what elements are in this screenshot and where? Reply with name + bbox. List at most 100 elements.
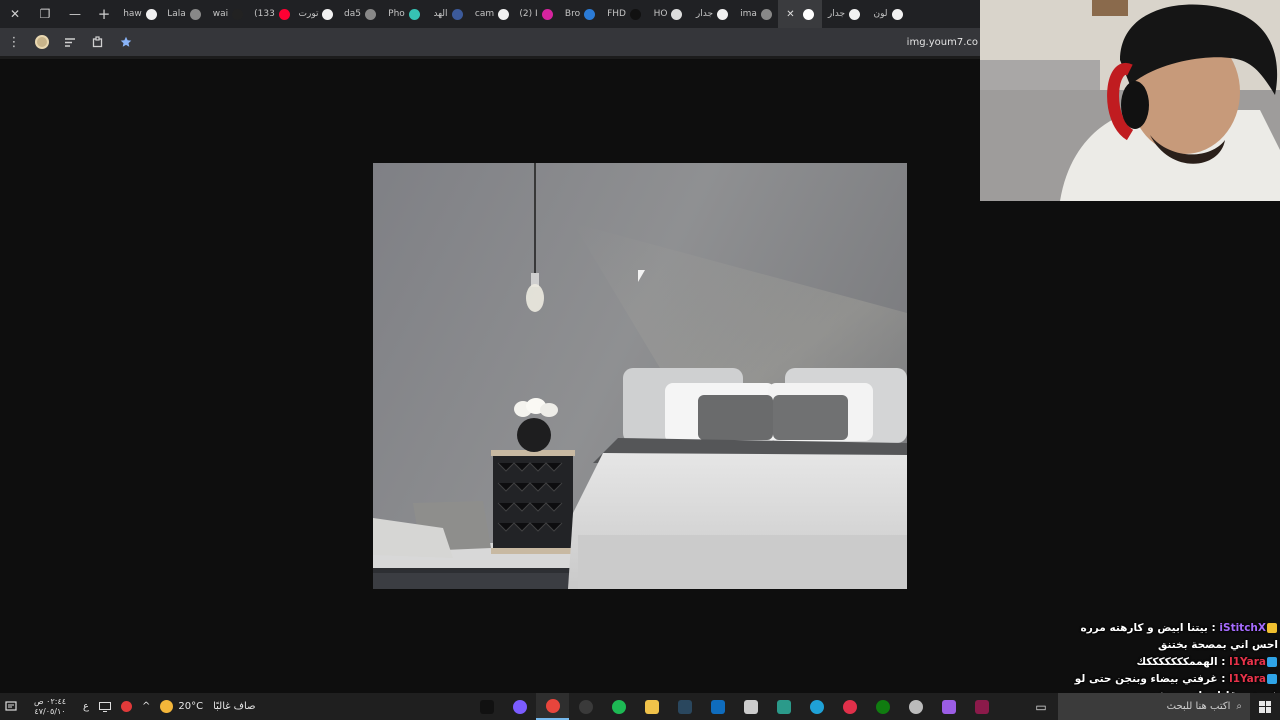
tab-label: haw xyxy=(123,9,142,19)
taskbar-app-copilot[interactable] xyxy=(932,693,965,720)
network-icon[interactable] xyxy=(94,693,116,720)
close-window-button[interactable]: ✕ xyxy=(0,0,30,28)
tab-1[interactable]: جدار xyxy=(822,0,866,28)
steam-icon xyxy=(677,699,692,714)
tab-2[interactable]: ✕ xyxy=(778,0,822,28)
app-tools-icon xyxy=(776,699,791,714)
tab-12[interactable]: da5 xyxy=(338,0,382,28)
tab-favicon-icon xyxy=(802,8,814,20)
chat-username[interactable]: l1Yara xyxy=(1229,673,1266,685)
tab-favicon-icon xyxy=(145,8,157,20)
taskbar-app-explorer[interactable] xyxy=(635,693,668,720)
avatar xyxy=(35,35,49,49)
extensions-icon[interactable] xyxy=(84,28,112,56)
tab-8[interactable]: (2) I xyxy=(514,0,558,28)
taskbar-app-store[interactable] xyxy=(734,693,767,720)
tab-label: da5 xyxy=(344,9,361,19)
taskbar-app-obs[interactable] xyxy=(569,693,602,720)
tab-favicon-icon xyxy=(671,8,683,20)
chat-separator: : xyxy=(1217,673,1230,685)
weather-temp: 20°C xyxy=(178,701,204,712)
tab-label: cam xyxy=(474,9,495,19)
tab-favicon-icon xyxy=(408,8,420,20)
chevron-up-icon[interactable]: ^ xyxy=(137,693,155,720)
tab-label: لون xyxy=(873,9,888,19)
chat-username[interactable]: l1Yara xyxy=(1229,656,1266,668)
tab-5[interactable]: HO xyxy=(646,0,690,28)
reading-list-icon[interactable] xyxy=(56,28,84,56)
weather-widget[interactable]: 20°C صاف غالبًا xyxy=(155,693,260,720)
tab-favicon-icon xyxy=(189,8,201,20)
taskbar-app-xbox[interactable] xyxy=(866,693,899,720)
tab-favicon-icon xyxy=(364,8,376,20)
taskbar-app-chrome[interactable] xyxy=(536,693,569,720)
chat-separator: : xyxy=(1217,656,1230,668)
tab-16[interactable]: Lala xyxy=(162,0,206,28)
tab-favicon-icon xyxy=(322,8,334,20)
taskbar-app-edge[interactable] xyxy=(800,693,833,720)
tab-14[interactable]: (133 xyxy=(250,0,294,28)
screen: ✕ ❐ — + لون جدار ✕ ima جدار HO FHD Bro (2) I cam ا… xyxy=(0,0,1280,720)
taskbar-app-app-red[interactable] xyxy=(833,693,866,720)
profile-avatar[interactable] xyxy=(28,28,56,56)
menu-icon[interactable]: ⋮ xyxy=(0,28,28,56)
tab-4[interactable]: جدار xyxy=(690,0,734,28)
language-indicator[interactable]: ع xyxy=(78,693,94,720)
notification-icon[interactable] xyxy=(0,693,22,720)
obs-icon xyxy=(578,699,593,714)
taskbar-app-spotify[interactable] xyxy=(602,693,635,720)
bedroom-photo[interactable] xyxy=(373,163,907,589)
tab-label: Bro xyxy=(564,9,581,19)
chrome-icon xyxy=(545,698,560,713)
tab-favicon-icon xyxy=(629,8,641,20)
edge-icon xyxy=(809,699,824,714)
chat-message: iStitchX : بيتنا ابيض و كارهته مرره احس … xyxy=(1058,620,1278,654)
tab-6[interactable]: FHD xyxy=(602,0,646,28)
windows-logo-icon xyxy=(1259,700,1271,713)
taskbar-app-winrar[interactable] xyxy=(965,693,998,720)
task-view-icon[interactable]: ▭ xyxy=(1026,693,1056,720)
taskbar-search-box[interactable]: ⌕ اكتب هنا للبحث xyxy=(1058,693,1250,720)
webcam-overlay xyxy=(980,0,1280,201)
system-tray: ٠٢:٤٤ ص ٤٧/٠٥/١٠ ع ^ 20°C صاف غالبًا xyxy=(0,693,261,720)
tab-13[interactable]: تورت xyxy=(294,0,338,28)
close-tab-icon[interactable]: ✕ xyxy=(786,9,794,20)
winrar-icon xyxy=(974,699,989,714)
tab-3[interactable]: ima xyxy=(734,0,778,28)
address-bar-url[interactable]: img.youm7.co xyxy=(907,37,980,48)
tab-favicon-icon xyxy=(232,8,244,20)
search-icon: ⌕ xyxy=(1236,701,1242,712)
taskbar-app-steam[interactable] xyxy=(668,693,701,720)
tab-label: Pho xyxy=(388,9,405,19)
chat-username[interactable]: iStitchX xyxy=(1219,622,1266,634)
restore-window-button[interactable]: ❐ xyxy=(30,0,60,28)
tab-favicon-icon xyxy=(584,8,596,20)
taskbar-app-settings[interactable] xyxy=(899,693,932,720)
weather-text: صاف غالبًا xyxy=(213,701,256,712)
taskbar-app-tiktok[interactable] xyxy=(470,693,503,720)
new-tab-button[interactable]: + xyxy=(90,0,118,28)
tab-0[interactable]: لون xyxy=(866,0,910,28)
tab-favicon-icon xyxy=(891,8,903,20)
bookmark-star-icon[interactable] xyxy=(112,28,140,56)
tab-7[interactable]: Bro xyxy=(558,0,602,28)
taskbar-app-app-tools[interactable] xyxy=(767,693,800,720)
clock-time: ٠٢:٤٤ ص xyxy=(33,696,67,706)
tab-10[interactable]: الهد xyxy=(426,0,470,28)
tab-11[interactable]: Pho xyxy=(382,0,426,28)
tab-15[interactable]: wai xyxy=(206,0,250,28)
spotify-icon xyxy=(611,699,626,714)
tab-favicon-icon xyxy=(498,8,510,20)
settings-icon xyxy=(908,699,923,714)
taskbar-app-outlook[interactable] xyxy=(701,693,734,720)
tab-17[interactable]: haw xyxy=(118,0,162,28)
search-placeholder: اكتب هنا للبحث xyxy=(1166,701,1231,712)
tab-favicon-icon xyxy=(451,8,463,20)
minimize-window-button[interactable]: — xyxy=(60,0,90,28)
clock[interactable]: ٠٢:٤٤ ص ٤٧/٠٥/١٠ xyxy=(22,693,78,720)
tab-9[interactable]: cam xyxy=(470,0,514,28)
taskbar-app-app-purple[interactable] xyxy=(503,693,536,720)
start-button[interactable] xyxy=(1250,693,1280,720)
windows-taskbar: ٠٢:٤٤ ص ٤٧/٠٥/١٠ ع ^ 20°C صاف غالبًا ▭ ⌕… xyxy=(0,693,1280,720)
tray-app-icon[interactable] xyxy=(116,693,137,720)
